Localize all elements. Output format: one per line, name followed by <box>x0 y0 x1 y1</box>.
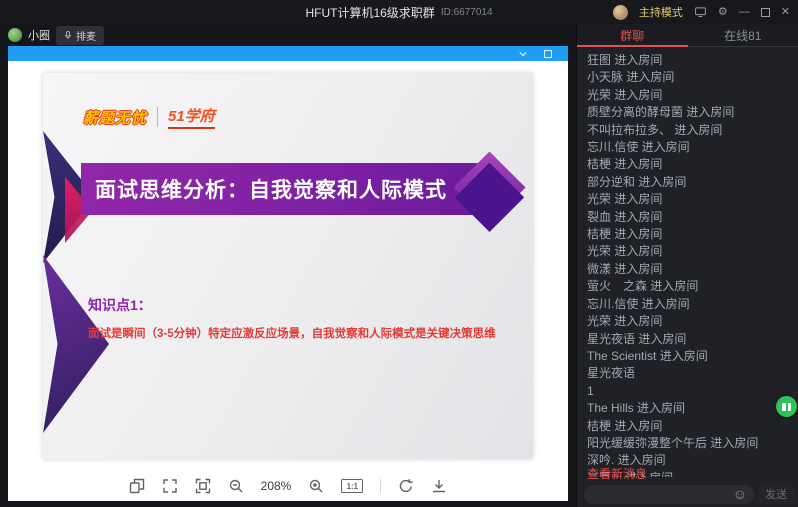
chat-message: The Scientist 进入房间 <box>587 348 708 363</box>
emoji-icon[interactable]: ☺ <box>733 486 747 503</box>
chat-message: 狂图 进入房间 <box>587 53 663 67</box>
chat-message: 微漾 进入房间 <box>587 261 663 276</box>
chat-message: 光荣 进入房间 <box>587 244 663 259</box>
tab-group-chat[interactable]: 群聊 <box>577 24 688 47</box>
mic-queue-button[interactable]: 排麦 <box>56 25 104 45</box>
stage-header: 小圈 排麦 <box>0 24 576 46</box>
chat-message: 光荣 进入房间 <box>587 192 663 207</box>
zoom-level: 208% <box>260 479 292 493</box>
fit-screen-icon[interactable] <box>195 478 211 494</box>
chat-message: 1 <box>587 383 594 398</box>
slide: 薪题无忧 51学府 面试思维分析：自我觉察和人际模式 知识点1： 面试是瞬间（3… <box>43 73 533 459</box>
send-button[interactable]: 发送 <box>758 484 794 504</box>
zoom-in-icon[interactable] <box>308 478 324 494</box>
presentation-titlebar <box>8 46 568 61</box>
chat-message: 桔梗 进入房间 <box>587 157 663 172</box>
chat-message: 部分逆和 进入房间 <box>587 174 687 189</box>
viewer-toolbar: 208% 1:1 <box>8 471 568 501</box>
chat-message: 忘川.信使 进入房间 <box>587 296 690 311</box>
chat-input-row: ☺ 发送 <box>584 484 794 504</box>
slide-decoration-chevron-bottom <box>43 255 109 433</box>
download-icon[interactable] <box>431 478 447 494</box>
host-mode-label[interactable]: 主持模式 <box>639 4 683 20</box>
chat-message-list[interactable]: 狂图 进入房间 小天脉 进入房间 光荣 进入房间 质壁分离的酵母菌 进入房间 不叫拉布拉… <box>577 47 798 477</box>
maximize-icon[interactable] <box>760 7 770 17</box>
chat-message: 光荣 进入房间 <box>587 87 663 102</box>
tab-online-count-label: 在线81 <box>724 28 762 43</box>
presentation-window: 薪题无忧 51学府 面试思维分析：自我觉察和人际模式 知识点1： 面试是瞬间（3… <box>8 46 568 501</box>
knowledge-point-label: 知识点1： <box>88 297 152 313</box>
rotate-icon[interactable] <box>398 478 414 494</box>
user-avatar <box>8 28 22 42</box>
tab-group-chat-label: 群聊 <box>620 28 645 43</box>
chat-message: 阳光缓缓弥漫整个午后 进入房间 <box>587 435 759 450</box>
chat-message: 光荣 进入房间 <box>587 314 663 329</box>
chat-message: 忘川.信使 进入房间 <box>587 140 690 155</box>
mic-queue-label: 排麦 <box>76 31 96 43</box>
settings-icon[interactable]: ⚙ <box>718 6 728 18</box>
knowledge-point-text: 面试是瞬间（3-5分钟）特定应激反应场景，自我觉察和人际模式是关键决策思维 <box>88 328 496 340</box>
slide-title: 面试思维分析：自我觉察和人际模式 <box>95 179 447 202</box>
chat-message: 桔梗 进入房间 <box>587 418 663 433</box>
window-title: HFUT计算机16级求职群 <box>305 5 435 20</box>
room-id: ID:6677014 <box>440 6 493 18</box>
slide-logos: 薪题无忧 51学府 <box>83 105 215 129</box>
chat-message: 不叫拉布拉多、 进入房间 <box>587 122 723 137</box>
microphone-icon <box>65 31 71 39</box>
host-avatar[interactable] <box>612 4 628 20</box>
sidebar-tabs: 群聊 在线81 <box>577 24 798 47</box>
actual-size-icon[interactable]: 1:1 <box>341 479 364 493</box>
chat-message: 萤火 之森 进入房间 <box>587 279 699 294</box>
view-new-messages-link[interactable]: 查看新消息 <box>587 465 647 482</box>
titlebar-controls: 主持模式 ⚙ — ✕ <box>612 0 790 24</box>
close-icon[interactable]: ✕ <box>781 6 790 18</box>
user-name: 小圈 <box>28 30 50 42</box>
logo-primary: 薪题无忧 <box>83 109 148 127</box>
logo-secondary: 51学府 <box>168 105 215 129</box>
thumbnails-icon[interactable] <box>129 478 145 494</box>
app-window: HFUT计算机16级求职群 ID:6677014 主持模式 ⚙ — ✕ 小圈 排… <box>0 0 798 507</box>
chat-message: 桔梗 进入房间 <box>587 227 663 242</box>
toolbar-divider <box>380 479 382 493</box>
minimize-icon[interactable]: — <box>739 6 750 18</box>
stage-area: 小圈 排麦 薪题无忧 51学府 面试思维分析：自我觉察和人际模式 知识点1： 面… <box>0 24 576 507</box>
logo-divider <box>157 107 159 127</box>
zoom-out-icon[interactable] <box>228 478 244 494</box>
chat-input[interactable]: ☺ <box>584 484 754 504</box>
chat-message: The Hills 进入房间 <box>587 401 686 416</box>
screen-share-icon[interactable] <box>694 6 707 18</box>
chat-message: 星光夜语 <box>587 366 636 381</box>
window-titlebar: HFUT计算机16级求职群 ID:6677014 主持模式 ⚙ — ✕ <box>0 0 798 24</box>
chat-message: 星光夜语 进入房间 <box>587 331 687 346</box>
expand-window-icon[interactable] <box>544 49 552 58</box>
chat-message: 小天脉 进入房间 <box>587 70 675 85</box>
gift-icon <box>782 402 791 411</box>
fullscreen-icon[interactable] <box>162 478 178 494</box>
slide-canvas: 薪题无忧 51学府 面试思维分析：自我觉察和人际模式 知识点1： 面试是瞬间（3… <box>8 61 568 471</box>
chat-message: 质壁分离的酵母菌 进入房间 <box>587 105 735 120</box>
slide-title-banner: 面试思维分析：自我觉察和人际模式 <box>81 163 483 215</box>
chat-message: 裂血 进入房间 <box>587 209 663 224</box>
chat-sidebar: 群聊 在线81 狂图 进入房间 小天脉 进入房间 光荣 进入房间质壁分离的酵母菌 进… <box>576 24 798 507</box>
collapse-icon[interactable] <box>518 50 528 58</box>
tab-online-count[interactable]: 在线81 <box>688 24 798 46</box>
floating-gift-badge[interactable] <box>776 396 797 417</box>
